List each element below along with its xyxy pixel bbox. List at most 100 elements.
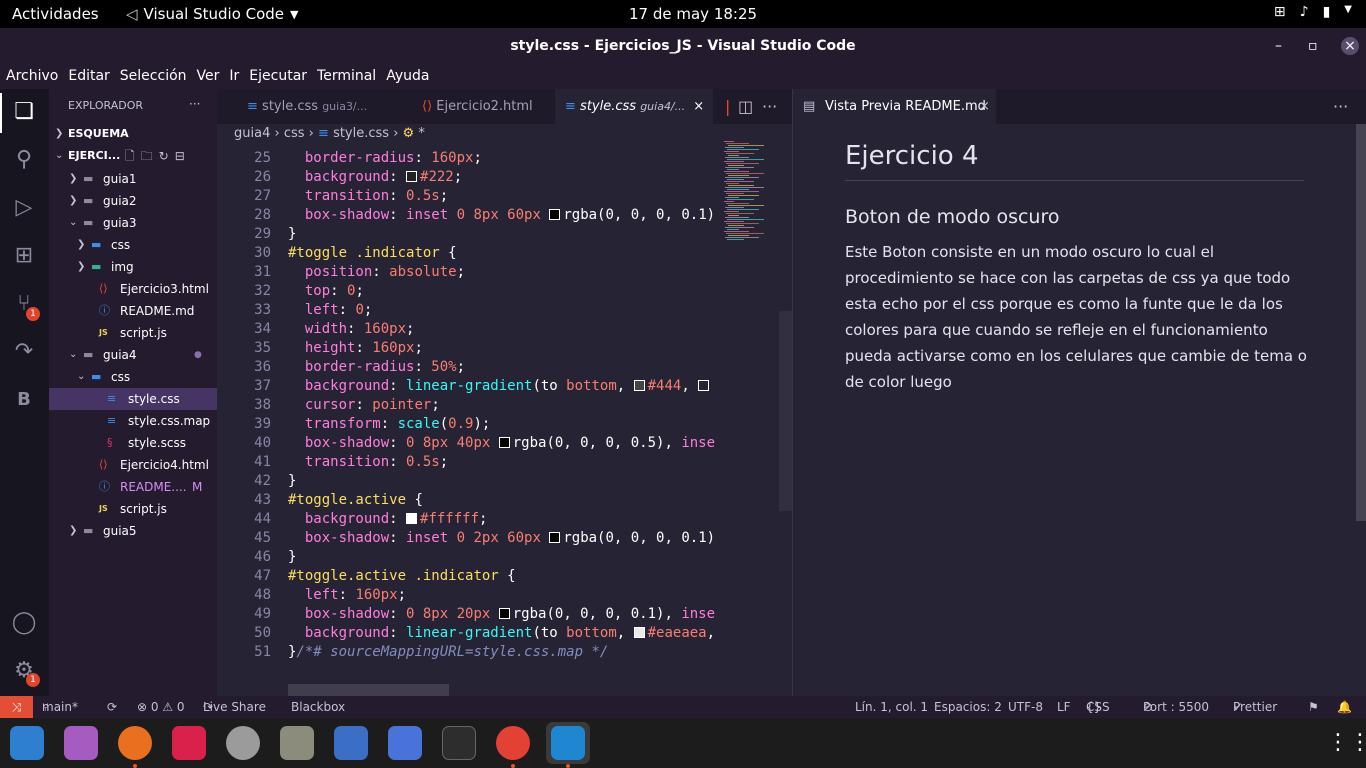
tree-item[interactable]: § style.scss <box>49 432 217 454</box>
tab-style-css-guia3[interactable]: ≡ style.css guia3/... <box>247 89 395 124</box>
code-line[interactable]: height: 160px; <box>288 339 718 358</box>
breadcrumb-css[interactable]: css <box>284 126 305 141</box>
cursor-position[interactable]: Lín. 1, col. 1 <box>855 696 928 718</box>
code-line[interactable]: transform: scale(0.9); <box>288 415 718 434</box>
blackbox-icon[interactable]: B <box>9 385 39 415</box>
close-tab-icon[interactable]: × <box>693 99 704 114</box>
color-swatch[interactable] <box>633 380 645 391</box>
tree-item[interactable]: ≡ style.css.map <box>49 410 217 432</box>
extensions-icon[interactable]: ⊞ <box>9 241 39 271</box>
preview-scrollbar[interactable] <box>1356 124 1366 521</box>
sync-icon[interactable]: ⟳ <box>107 696 117 718</box>
code-line[interactable]: } <box>288 472 718 491</box>
color-swatch[interactable] <box>549 209 561 220</box>
menu-seleccion[interactable]: Selección <box>120 64 187 89</box>
notifications-icon[interactable]: 🔔 <box>1337 696 1352 718</box>
split-editor-icon[interactable]: ◫ <box>738 89 753 124</box>
network-icon[interactable]: ⊞ <box>1274 4 1286 20</box>
remote-indicator[interactable]: ⤨ <box>0 696 33 718</box>
code-line[interactable]: background: linear-gradient(to bottom, #… <box>288 377 718 396</box>
color-swatch[interactable] <box>498 437 510 448</box>
tree-item[interactable]: ⌄ ▬ guia4 ● <box>49 344 217 366</box>
indentation[interactable]: Espacios: 2 <box>934 696 1002 718</box>
tree-item[interactable]: JS script.js <box>49 322 217 344</box>
menu-ver[interactable]: Ver <box>197 64 220 89</box>
outline-section[interactable]: ❯ ESQUEMA <box>49 123 217 145</box>
tree-item[interactable]: ⟨⟩ Ejercicio4.html <box>49 454 217 476</box>
close-tab-icon[interactable]: × <box>979 89 990 124</box>
code-line[interactable]: transition: 0.5s; <box>288 453 718 472</box>
code-line[interactable]: box-shadow: inset 0 2px 60px rgba(0, 0, … <box>288 529 718 548</box>
show-applications-icon[interactable]: ⋮⋮ <box>1327 730 1366 755</box>
code-line[interactable]: left: 160px; <box>288 586 718 605</box>
tab-ejercicio2-html[interactable]: ⟨⟩ Ejercicio2.html <box>422 89 562 124</box>
tree-item[interactable]: ❯ ▬ css <box>49 234 217 256</box>
tree-item[interactable]: ⟨⟩ Ejercicio3.html <box>49 278 217 300</box>
editor-scrollbar[interactable] <box>779 311 792 511</box>
code-line[interactable]: cursor: pointer; <box>288 396 718 415</box>
color-swatch[interactable] <box>633 627 645 638</box>
breadcrumb-file[interactable]: style.css <box>333 126 389 141</box>
code-line[interactable]: } <box>288 548 718 567</box>
minimize-button[interactable]: – <box>1275 28 1282 64</box>
code-area[interactable]: 25 26 27 28 29 30 31 32 33 34 35 36 37 38 39 40 41 42 43 44… <box>217 149 792 696</box>
code-line[interactable]: #toggle.active .indicator { <box>288 567 718 586</box>
live-share-icon[interactable]: ↷ <box>9 337 39 367</box>
clock[interactable]: 17 de may 18:25 <box>629 5 757 23</box>
color-swatch[interactable] <box>498 608 510 619</box>
tree-item[interactable]: ⓘ README.... M <box>49 476 217 498</box>
code-line[interactable]: background: #222; <box>288 168 718 187</box>
maximize-button[interactable]: ▫ <box>1308 28 1318 64</box>
end-of-line[interactable]: LF <box>1057 696 1071 718</box>
run-debug-icon[interactable]: ▷ <box>9 193 39 223</box>
problems-indicator[interactable]: ⊗ 0 ⚠ 0 <box>137 696 185 718</box>
color-swatch[interactable] <box>406 171 418 182</box>
feedback-icon[interactable]: ⚑ <box>1308 696 1319 718</box>
color-swatch[interactable] <box>549 532 561 543</box>
color-swatch[interactable] <box>698 380 710 391</box>
code-line[interactable]: width: 160px; <box>288 320 718 339</box>
system-monitor-icon[interactable] <box>10 726 44 760</box>
more-actions-icon[interactable]: ··· <box>762 89 777 124</box>
code-line[interactable]: box-shadow: inset 0 8px 60px rgba(0, 0, … <box>288 206 718 225</box>
chrome-icon[interactable] <box>496 726 530 760</box>
code-line[interactable]: background: #ffffff; <box>288 510 718 529</box>
tree-item[interactable]: ❯ ▬ guia2 <box>49 190 217 212</box>
tree-item[interactable]: ⌄ ▬ guia3 <box>49 212 217 234</box>
code-line[interactable]: box-shadow: 0 8px 20px rgba(0, 0, 0, 0.1… <box>288 605 718 624</box>
code-line[interactable]: #toggle.active { <box>288 491 718 510</box>
menu-ejecutar[interactable]: Ejecutar <box>249 64 307 89</box>
menu-terminal[interactable]: Terminal <box>317 64 376 89</box>
code-line[interactable]: border-radius: 160px; <box>288 149 718 168</box>
code-line[interactable]: box-shadow: 0 8px 40px rgba(0, 0, 0, 0.5… <box>288 434 718 453</box>
accounts-icon[interactable]: ◯ <box>9 608 39 638</box>
app-menu[interactable]: ◁ Visual Studio Code ▼ <box>126 5 299 23</box>
breadcrumb-symbol[interactable]: * <box>418 126 425 141</box>
minimap[interactable] <box>724 141 782 251</box>
code-line[interactable]: } <box>288 225 718 244</box>
blackbox-button[interactable]: Blackbox <box>291 696 345 718</box>
tree-item[interactable]: JS script.js <box>49 498 217 520</box>
menu-archivo[interactable]: Archivo <box>6 64 58 89</box>
explorer-icon[interactable]: ❏ <box>9 97 39 127</box>
more-actions-icon[interactable]: ··· <box>189 97 200 111</box>
terminal-icon[interactable] <box>442 726 476 760</box>
tab-preview-readme[interactable]: ▤ Vista Previa README.md × <box>793 89 996 124</box>
breadcrumb-guia4[interactable]: guia4 <box>234 126 270 141</box>
code-line[interactable]: left: 0; <box>288 301 718 320</box>
battery-icon[interactable]: ▮ <box>1323 4 1331 20</box>
tree-item[interactable]: ≡ style.css <box>49 388 217 410</box>
activities-button[interactable]: Actividades <box>12 5 99 23</box>
code-line[interactable]: background: linear-gradient(to bottom, #… <box>288 624 718 643</box>
tree-item[interactable]: ⌄ ▬ css <box>49 366 217 388</box>
code-text[interactable]: border-radius: 160px; background: #222; … <box>288 149 718 662</box>
tree-item[interactable]: ⓘ README.md <box>49 300 217 322</box>
vscode-dock-icon[interactable] <box>551 726 585 760</box>
tab-style-css-guia4[interactable]: ≡ style.css guia4/... × <box>555 89 713 124</box>
encoding[interactable]: UTF-8 <box>1008 696 1043 718</box>
horizontal-scrollbar[interactable] <box>288 684 449 696</box>
menu-ayuda[interactable]: Ayuda <box>386 64 429 89</box>
firefox-icon[interactable] <box>118 726 152 760</box>
tree-item[interactable]: ❯ ▬ img <box>49 256 217 278</box>
system-tray[interactable]: ⊞ ♪ ▮ ▼ <box>1274 4 1352 20</box>
